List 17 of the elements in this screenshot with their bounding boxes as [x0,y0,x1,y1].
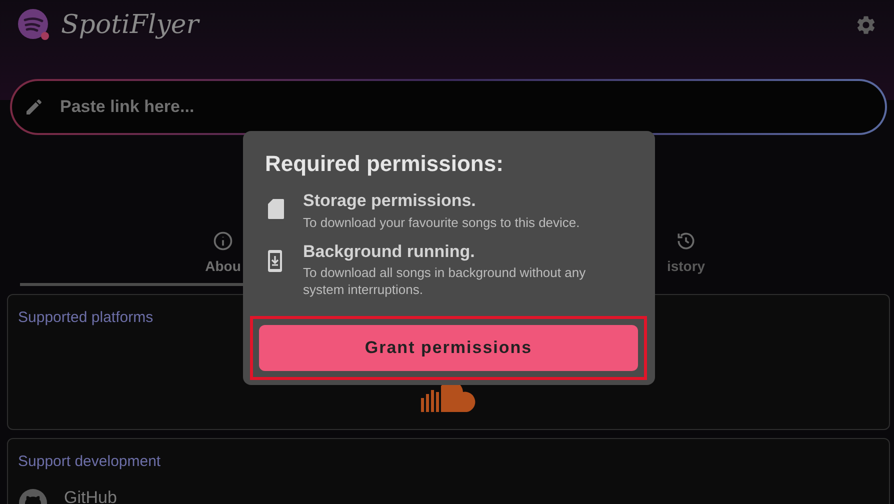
grant-permissions-button[interactable]: Grant permissions [259,325,638,371]
search-field[interactable]: Paste link here... [10,79,887,135]
dialog-title: Required permissions: [265,150,504,178]
support-link[interactable]: GitHub [64,484,117,504]
pencil-icon [24,97,44,117]
permission-description: To download your favourite songs to this device. [303,214,581,230]
card-title: Support development [18,452,162,472]
card-title: Supported platforms [18,308,154,328]
permission-title: Storage permissions. [303,190,477,212]
history-icon [675,230,697,252]
sd-card-icon [267,198,285,220]
phone-download-icon [267,248,283,272]
settings-icon[interactable] [855,14,877,36]
info-icon [212,230,234,252]
app-title: SpotiFlyer [61,8,199,42]
logo-icon [17,8,51,42]
search-input[interactable]: Paste link here... [60,94,873,120]
